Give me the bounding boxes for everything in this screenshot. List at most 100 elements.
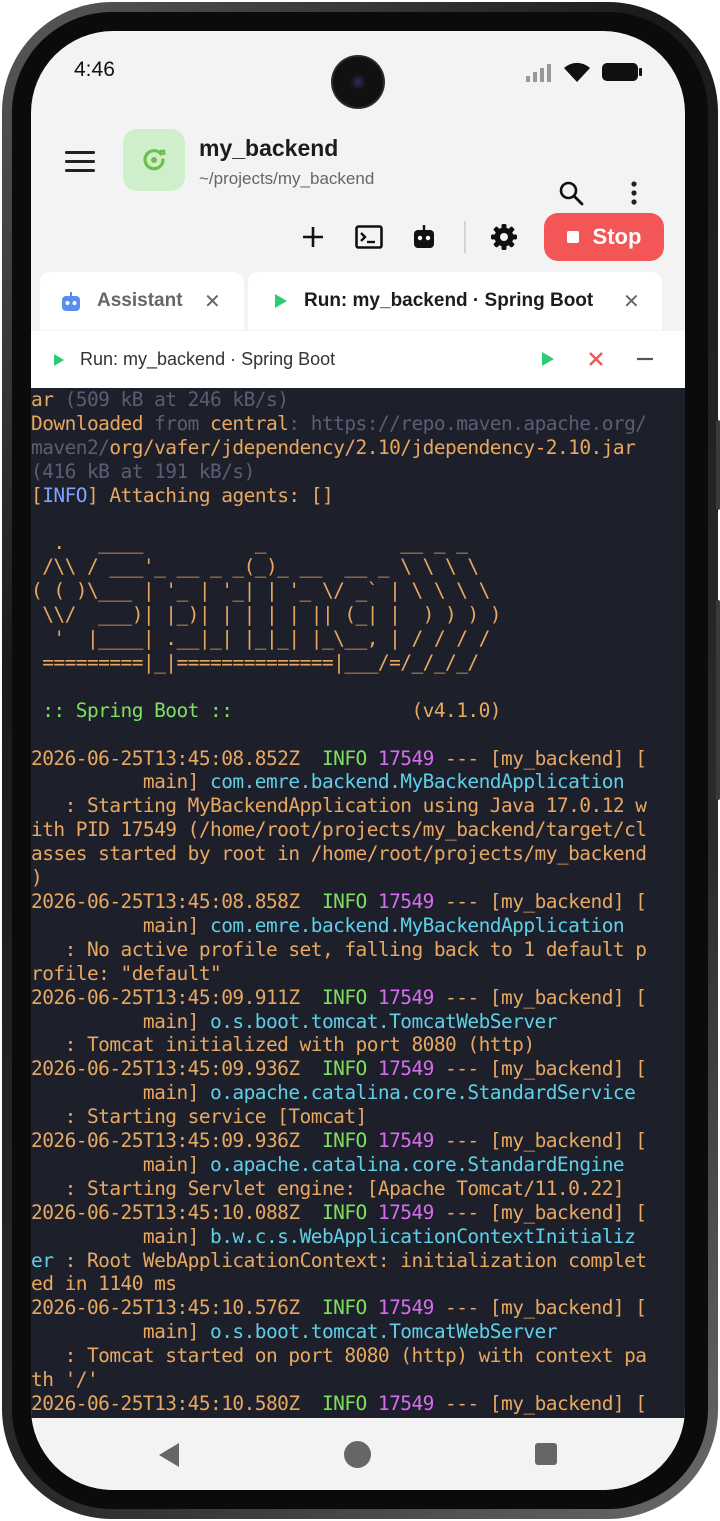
assistant-button[interactable]: [407, 219, 441, 255]
console-segment: : Root WebApplicationContext: initializa…: [53, 1248, 647, 1272]
console-segment: 17549: [377, 889, 435, 913]
console-segment: : Tomcat started on port 8080 (http) wit…: [31, 1344, 647, 1368]
console-segment: INFO: [321, 746, 378, 770]
gear-icon: [491, 224, 517, 250]
console-segment: INFO: [321, 985, 378, 1009]
console-segment: INFO: [321, 1057, 378, 1081]
minimize-icon: [637, 357, 653, 361]
console-line: main] o.apache.catalina.core.StandardSer…: [31, 1081, 685, 1105]
console-line: [INFO] Attaching agents: []: [31, 484, 685, 508]
console-segment: =========|_|==============|___/=/_/_/_/: [31, 650, 479, 674]
console-segment: : Starting MyBackendApplication using Ja…: [31, 794, 647, 818]
tab-assistant[interactable]: Assistant ✕: [40, 272, 244, 330]
console-segment: 2026-06-25T13:45:09.936Z: [31, 1057, 322, 1081]
console-segment: b.w.c.s.WebApplicationContextInitializ: [210, 1224, 636, 1248]
search-button[interactable]: [553, 175, 589, 211]
console-line: main] com.emre.backend.MyBackendApplicat…: [31, 914, 685, 938]
add-button[interactable]: [297, 219, 329, 255]
settings-button[interactable]: [486, 219, 522, 255]
console-segment: com.emre.backend.MyBackendApplication: [210, 770, 625, 794]
play-icon: [54, 354, 64, 366]
stop-label: Stop: [592, 224, 642, 249]
screen: 4:46 my_backend ~/projects/my_backend St…: [31, 31, 685, 1490]
console-segment: o.apache.catalina.core.StandardEngine: [210, 1152, 625, 1176]
status-bar: 4:46: [31, 31, 685, 111]
status-icons: [525, 61, 643, 83]
close-icon: [589, 352, 603, 366]
console-segment: INFO: [321, 1392, 378, 1416]
console-segment: main]: [31, 913, 211, 937]
robot-icon: [414, 225, 434, 248]
console-segment: --- [my_backend] [: [433, 1057, 647, 1081]
console-line: 2026-06-25T13:45:10.088Z INFO 17549 --- …: [31, 1201, 685, 1225]
minimize-button[interactable]: [632, 345, 658, 373]
console-segment: main]: [31, 1320, 211, 1344]
console-segment: 17549: [377, 985, 435, 1009]
app-logo: [123, 129, 185, 191]
console-segment: 2026-06-25T13:45:10.088Z: [31, 1200, 322, 1224]
console-segment: INFO: [321, 1129, 378, 1153]
console-segment: : Starting Servlet engine: [Apache Tomca…: [31, 1176, 625, 1200]
console-segment: ar: [31, 388, 65, 411]
console-segment: : No active profile set, falling back to…: [31, 937, 647, 961]
stop-button[interactable]: Stop: [544, 213, 664, 261]
console-line: :: Spring Boot :: (v4.1.0): [31, 699, 685, 723]
run-panel-title: Run: my_backend · Spring Boot: [80, 349, 336, 369]
console-segment: ed in 1140 ms: [31, 1272, 177, 1296]
console-line: 2026-06-25T13:45:10.576Z INFO 17549 --- …: [31, 1296, 685, 1320]
console-segment: --- [my_backend] [: [433, 889, 647, 913]
back-icon[interactable]: [157, 1442, 181, 1468]
console-line: ( ( )\___ | '_ | '_| | '_ \/ _` | \ \ \ …: [31, 579, 685, 603]
console-segment: : https://repo.maven.apache.org/: [288, 411, 647, 435]
console-segment: --- [my_backend] [: [433, 1296, 647, 1320]
console-segment: ): [31, 866, 43, 890]
tab-run-label: Run: my_backend · Spring Boot: [304, 290, 594, 311]
run-panel-header: Run: my_backend · Spring Boot: [31, 331, 685, 388]
console-segment: 17549: [377, 746, 435, 770]
console-line: \\/ ___)| |_)| | | | | || (_| | ) ) ) ): [31, 603, 685, 627]
console-segment: asses started by root in /home/root/proj…: [31, 842, 647, 866]
console-line: ): [31, 866, 685, 890]
console-segment: --- [my_backend] [: [433, 1392, 647, 1416]
console-line: (416 kB at 191 kB/s): [31, 460, 685, 484]
console-segment: maven2/: [31, 435, 110, 459]
recents-icon[interactable]: [535, 1443, 557, 1465]
battery-icon: [602, 63, 642, 81]
console-segment: : Starting service [Tomcat]: [31, 1105, 368, 1129]
console-segment: 17549: [377, 1057, 435, 1081]
close-icon[interactable]: ✕: [623, 289, 640, 314]
console-segment: --- [my_backend] [: [433, 746, 647, 770]
project-title: my_backend: [199, 135, 339, 161]
home-icon[interactable]: [344, 1441, 371, 1468]
console-line: er : Root WebApplicationContext: initial…: [31, 1249, 685, 1273]
robot-icon: [62, 292, 80, 311]
terminate-button[interactable]: [583, 345, 609, 373]
console-line: /\\ / ___'_ __ _ _(_)_ __ __ _ \ \ \ \: [31, 555, 685, 579]
console-line: main] o.s.boot.tomcat.TomcatWebServer: [31, 1010, 685, 1034]
console-line: main] o.s.boot.tomcat.TomcatWebServer: [31, 1320, 685, 1344]
close-icon[interactable]: ✕: [204, 289, 221, 314]
console-output[interactable]: ar (509 kB at 246 kB/s) Downloaded from c…: [31, 388, 685, 1418]
tab-assistant-label: Assistant: [97, 290, 183, 311]
console-line: rofile: "default": [31, 962, 685, 986]
console-line: main] o.apache.catalina.core.StandardEng…: [31, 1153, 685, 1177]
console-segment: ' |____| .__|_| |_|_| |_\__, | / / / /: [31, 627, 490, 651]
console-line: 2026-06-25T13:45:09.936Z INFO 17549 --- …: [31, 1129, 685, 1153]
play-icon: [275, 294, 287, 308]
console-segment: main]: [31, 1081, 211, 1105]
console-segment: o.s.boot.tomcat.TomcatWebServer: [210, 1009, 557, 1033]
phone-frame: 4:46 my_backend ~/projects/my_backend St…: [0, 0, 720, 1521]
console-segment: (v4.1.0): [232, 698, 501, 722]
terminal-button[interactable]: [351, 219, 387, 255]
console-line: 2026-06-25T13:45:09.911Z INFO 17549 --- …: [31, 986, 685, 1010]
rerun-button[interactable]: [535, 345, 561, 373]
menu-icon[interactable]: [65, 151, 95, 173]
more-options-button[interactable]: [619, 175, 649, 211]
console-line: ' |____| .__|_| |_|_| |_\__, | / / / /: [31, 627, 685, 651]
console-segment: org/vafer/jdependency/2.10/jdependency-2…: [109, 435, 636, 459]
console-segment: er: [31, 1248, 54, 1272]
tab-run[interactable]: Run: my_backend · Spring Boot ✕: [248, 272, 662, 330]
console-segment: --- [my_backend] [: [433, 1200, 647, 1224]
